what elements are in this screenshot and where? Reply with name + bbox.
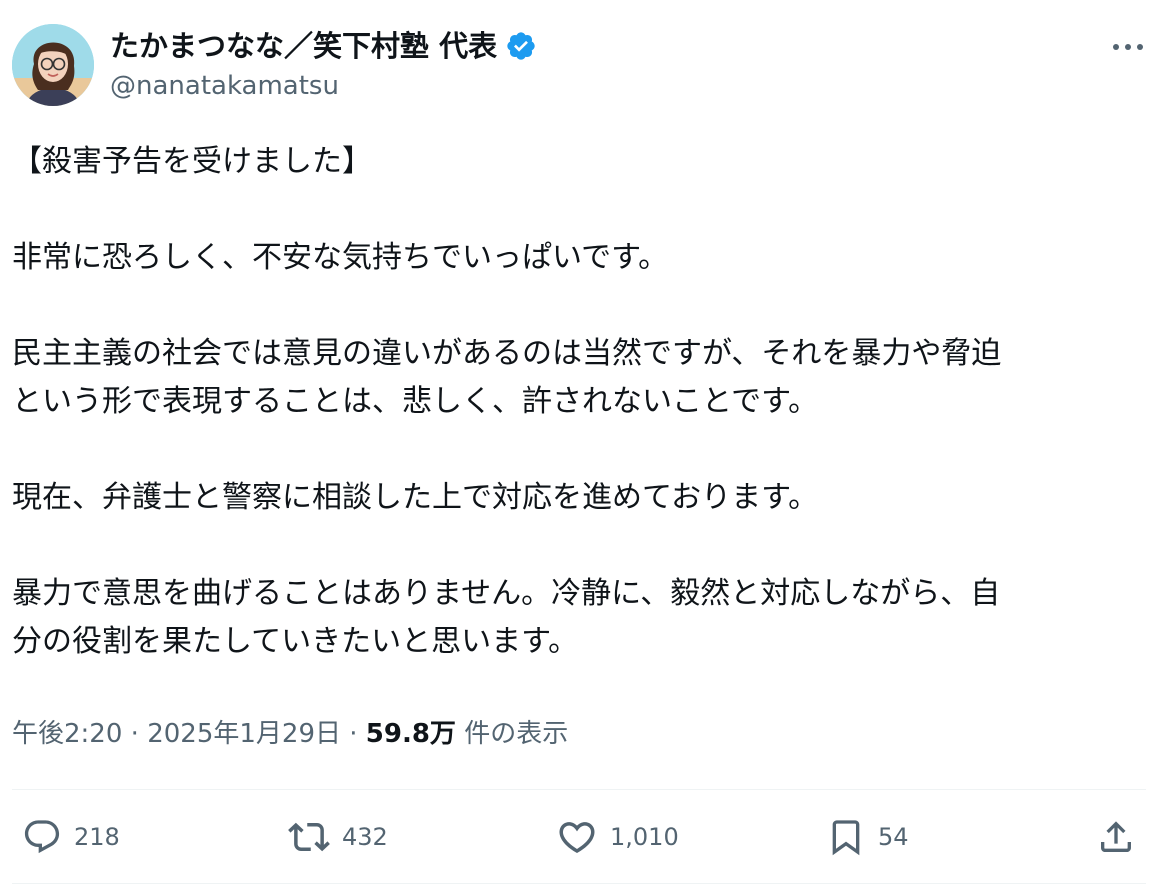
tweet-time[interactable]: 午後2:20 — [12, 719, 122, 749]
retweet-icon[interactable] — [288, 816, 330, 858]
tweet-line: 現在、弁護士と警察に相談した上で対応を進めております。 — [12, 480, 819, 515]
tweet-line: という形で表現することは、悲しく、許されないことです。 — [12, 384, 819, 419]
tweet-date[interactable]: 2025年1月29日 — [147, 719, 341, 749]
tweet-paragraph: 【殺害予告を受けました】 — [12, 138, 1152, 186]
tweet-line: 非常に恐ろしく、不安な気持ちでいっぱいです。 — [12, 240, 669, 275]
bottom-divider — [12, 883, 1146, 884]
heart-icon[interactable] — [556, 816, 598, 858]
share-button[interactable] — [1096, 812, 1136, 862]
verified-badge-icon[interactable] — [505, 30, 537, 62]
tweet-line: 暴力で意思を曲げることはありません。冷静に、毅然と対応しながら、自 — [12, 576, 1001, 611]
more-options-icon[interactable] — [1108, 32, 1148, 62]
author-name-row[interactable]: たかまつなな／笑下村塾 代表 — [110, 26, 537, 66]
reply-icon[interactable] — [22, 817, 62, 857]
retweet-button[interactable]: 432 — [288, 812, 388, 862]
avatar[interactable] — [12, 24, 94, 106]
bookmark-button[interactable]: 54 — [826, 812, 909, 862]
tweet-text: 【殺害予告を受けました】 非常に恐ろしく、不安な気持ちでいっぱいです。 民主主義… — [12, 138, 1152, 666]
author-name[interactable]: たかまつなな／笑下村塾 代表 — [110, 26, 497, 66]
tweet: たかまつなな／笑下村塾 代表 @nanatakamatsu 【殺害予告を受けまし… — [0, 0, 1174, 890]
views-count[interactable]: 59.8万 — [366, 719, 456, 749]
reply-count: 218 — [74, 823, 120, 851]
meta-separator: · — [349, 719, 358, 749]
like-count: 1,010 — [610, 823, 679, 851]
like-button[interactable]: 1,010 — [556, 812, 679, 862]
tweet-line: 民主主義の社会では意見の違いがあるのは当然ですが、それを暴力や脅迫 — [12, 336, 1002, 371]
divider — [12, 789, 1146, 790]
tweet-paragraph: 民主主義の社会では意見の違いがあるのは当然ですが、それを暴力や脅迫 という形で表… — [12, 330, 1152, 426]
tweet-paragraph: 暴力で意思を曲げることはありません。冷静に、毅然と対応しながら、自 分の役割を果… — [12, 570, 1152, 666]
tweet-line: 分の役割を果たしていきたいと思います。 — [12, 624, 579, 659]
avatar-image — [12, 24, 94, 106]
tweet-line: 【殺害予告を受けました】 — [12, 144, 372, 179]
tweet-paragraph: 現在、弁護士と警察に相談した上で対応を進めております。 — [12, 474, 1152, 522]
bookmark-count: 54 — [878, 823, 909, 851]
author-handle[interactable]: @nanatakamatsu — [110, 68, 339, 104]
share-icon[interactable] — [1096, 816, 1136, 858]
views-label[interactable]: 件の表示 — [464, 719, 568, 749]
tweet-paragraph: 非常に恐ろしく、不安な気持ちでいっぱいです。 — [12, 234, 1152, 282]
retweet-count: 432 — [342, 823, 388, 851]
bookmark-icon[interactable] — [826, 816, 866, 858]
reply-button[interactable]: 218 — [22, 812, 120, 862]
tweet-meta: 午後2:20 · 2025年1月29日 · 59.8万 件の表示 — [12, 714, 568, 754]
meta-separator: · — [130, 719, 139, 749]
